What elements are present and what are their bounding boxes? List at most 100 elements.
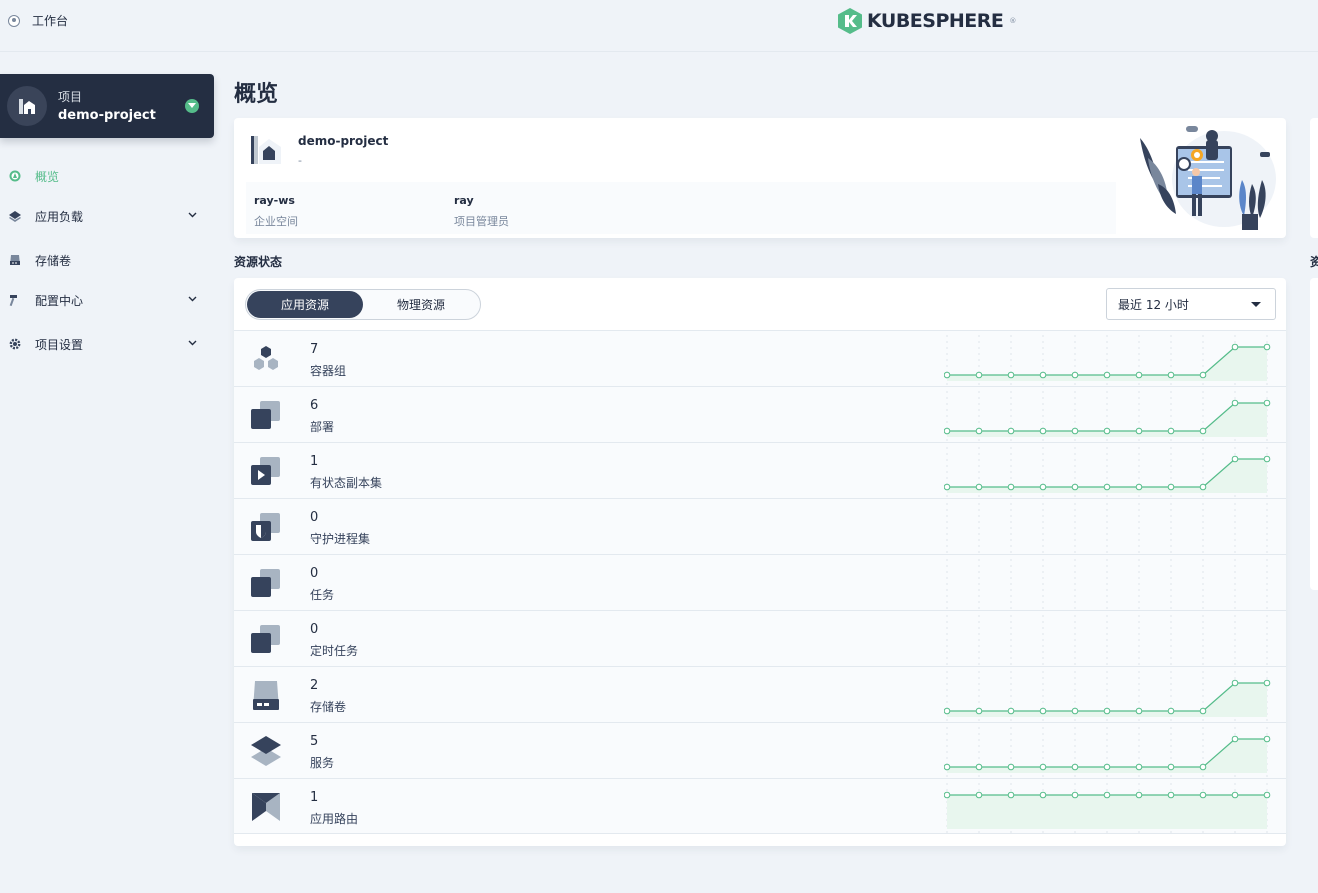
trend-point	[1263, 791, 1271, 799]
resource-row[interactable]: 0 任务	[234, 554, 1286, 610]
tab-app-resources[interactable]: 应用资源	[247, 291, 363, 318]
resource-row[interactable]: 1 有状态副本集	[234, 442, 1286, 498]
trend-point	[1103, 707, 1111, 715]
trend-point	[1103, 483, 1111, 491]
chevron-down-icon[interactable]	[188, 212, 197, 218]
sidebar-item-1[interactable]: 应用负载	[0, 201, 214, 231]
trend-chart	[944, 727, 1271, 777]
resource-count: 0	[310, 566, 319, 581]
trend-chart	[946, 503, 1268, 553]
trend-point	[1263, 679, 1271, 687]
service-icon	[251, 736, 281, 766]
overview-illustration	[1140, 126, 1276, 230]
trend-point	[1007, 707, 1015, 715]
sidebar-item-3[interactable]: 配置中心	[0, 285, 214, 315]
resource-row[interactable]: 7 容器组	[234, 330, 1286, 386]
trend-point	[1103, 791, 1111, 799]
sidebar-item-0[interactable]: 概览	[0, 161, 214, 191]
trend-point	[1007, 791, 1015, 799]
trend-point	[1135, 763, 1143, 771]
resource-name: 守护进程集	[310, 532, 371, 546]
tab-physical-resources[interactable]: 物理资源	[363, 291, 479, 318]
resource-row[interactable]: 2 存储卷	[234, 666, 1286, 722]
trend-point	[1135, 371, 1143, 379]
trend-point	[1103, 763, 1111, 771]
project-icon	[19, 99, 35, 114]
resource-row[interactable]: 1 应用路由	[234, 778, 1286, 834]
trend-point	[1135, 427, 1143, 435]
resource-count: 5	[310, 734, 319, 749]
resource-type-switch: 应用资源 物理资源	[245, 289, 481, 320]
project-label: 项目	[58, 90, 83, 104]
trend-point	[1167, 791, 1175, 799]
registered-mark: ®	[1009, 17, 1017, 25]
trend-chart	[944, 447, 1271, 497]
deployment-icon	[251, 401, 280, 429]
trend-point	[1199, 707, 1207, 715]
trend-point	[1167, 427, 1175, 435]
project-info-card: demo-project - ray-ws 企业空间 ray 项目管理员	[234, 118, 1286, 238]
trend-point	[1199, 371, 1207, 379]
storage-icon	[9, 254, 21, 266]
resource-row[interactable]: 0 守护进程集	[234, 498, 1286, 554]
trend-point	[1263, 735, 1271, 743]
resource-status-card: 应用资源 物理资源 最近 12 小时 7 容器组 6 部署 1 有状态副本集 0 守护进程集 0…	[234, 278, 1286, 846]
resource-count: 7	[310, 342, 319, 357]
trend-point	[1039, 791, 1047, 799]
time-range-select[interactable]: 最近 12 小时	[1106, 288, 1276, 320]
trend-point	[1071, 707, 1079, 715]
trend-chart	[946, 559, 1268, 609]
resource-row[interactable]: 5 服务	[234, 722, 1286, 778]
project-selector[interactable]: 项目 demo-project	[0, 74, 214, 138]
sidebar-item-4[interactable]: 项目设置	[0, 329, 214, 359]
workbench-link[interactable]: 工作台	[8, 12, 68, 29]
trend-point	[944, 791, 951, 799]
trend-point	[1231, 791, 1239, 799]
trend-point	[1167, 483, 1175, 491]
trend-chart	[944, 671, 1271, 721]
kubesphere-logo[interactable]: KUBESPHERE ®	[838, 8, 1016, 34]
trend-point	[1263, 399, 1271, 407]
trend-point	[944, 483, 951, 491]
trend-point	[1071, 763, 1079, 771]
trend-point	[1039, 427, 1047, 435]
trend-point	[1039, 763, 1047, 771]
resource-name: 应用路由	[310, 812, 359, 826]
project-description: -	[298, 154, 302, 167]
chevron-down-icon[interactable]	[185, 99, 199, 113]
sidebar-item-label: 应用负载	[35, 209, 84, 224]
resource-row[interactable]: 0 定时任务	[234, 610, 1286, 666]
trend-point	[975, 371, 983, 379]
trend-point	[1199, 791, 1207, 799]
chevron-down-icon[interactable]	[188, 296, 197, 302]
resource-name: 定时任务	[310, 644, 359, 658]
resource-status-title: 资源状态	[234, 255, 283, 269]
sidebar-item-label: 配置中心	[35, 293, 84, 308]
statefulset-icon	[251, 457, 280, 485]
trend-point	[944, 371, 951, 379]
project-icon	[251, 136, 281, 164]
job-icon	[251, 569, 280, 597]
trend-point	[1231, 455, 1239, 463]
resource-name: 任务	[310, 588, 335, 602]
workbench-icon	[8, 14, 20, 27]
resource-name: 存储卷	[310, 700, 347, 714]
trend-point	[1135, 483, 1143, 491]
resource-row[interactable]: 6 部署	[234, 386, 1286, 442]
layers-icon	[9, 210, 21, 222]
project-avatar	[7, 86, 47, 126]
hammer-icon	[9, 294, 21, 307]
trend-point	[1231, 679, 1239, 687]
trend-area	[947, 795, 1267, 829]
chevron-down-icon[interactable]	[188, 340, 197, 346]
trend-point	[1071, 791, 1079, 799]
sidebar-item-2[interactable]: 存储卷	[0, 245, 214, 275]
trend-point	[944, 707, 951, 715]
workspace-info: ray-ws 企业空间	[254, 194, 298, 229]
trend-point	[1231, 399, 1239, 407]
trend-point	[1071, 483, 1079, 491]
trend-point	[1167, 763, 1175, 771]
trend-chart	[944, 391, 1271, 441]
volume-icon	[253, 681, 279, 710]
resource-count: 1	[310, 790, 319, 805]
